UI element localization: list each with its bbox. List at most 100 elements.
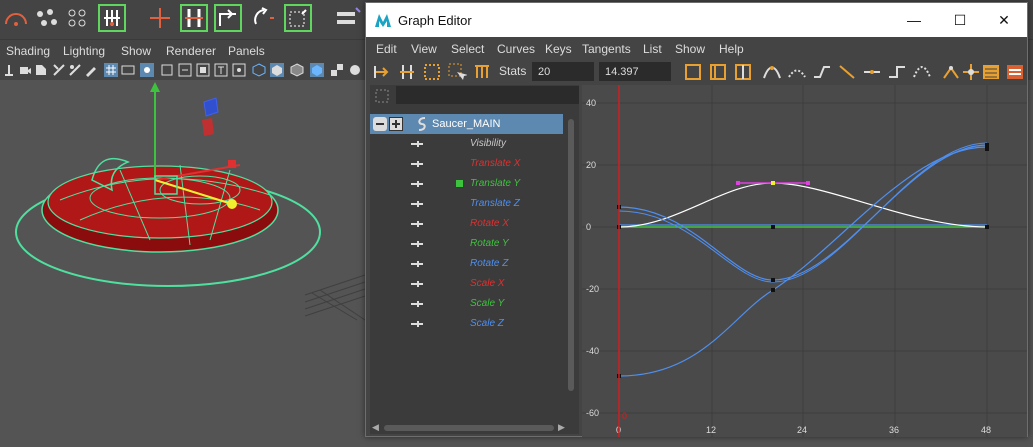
- smooth-shade-icon[interactable]: [270, 63, 284, 77]
- menu-help[interactable]: Help: [719, 42, 744, 56]
- spline-tangent-icon[interactable]: [787, 62, 807, 82]
- image-plane-icon[interactable]: [52, 63, 66, 77]
- use-all-lights-icon[interactable]: [330, 63, 344, 77]
- center-current-time-icon[interactable]: [733, 62, 753, 82]
- insert-key-icon[interactable]: [397, 62, 417, 82]
- outliner-channel-visibility[interactable]: Visibility: [370, 134, 563, 154]
- snap-together-icon[interactable]: [284, 4, 312, 32]
- gate-mask-icon[interactable]: [160, 63, 174, 77]
- clamped-tangent-icon[interactable]: [812, 62, 832, 82]
- wireframe-on-shaded-icon[interactable]: [290, 63, 304, 77]
- snap-curve-icon[interactable]: [146, 4, 174, 32]
- channel-label: Scale X: [470, 278, 505, 289]
- safe-title-icon[interactable]: [214, 63, 228, 77]
- shadows-icon[interactable]: [348, 63, 362, 77]
- grease-pencil-icon[interactable]: [84, 63, 98, 77]
- collapse-icon[interactable]: [373, 117, 387, 131]
- window-title: Graph Editor: [398, 13, 472, 28]
- channel-label: Rotate X: [470, 218, 509, 229]
- menu-panels[interactable]: Panels: [228, 44, 265, 58]
- close-button[interactable]: ✕: [981, 3, 1027, 37]
- minimize-button[interactable]: —: [891, 3, 937, 37]
- film-gate-icon[interactable]: [121, 63, 135, 77]
- menu-lighting[interactable]: Lighting: [63, 44, 105, 58]
- outliner-filter-field[interactable]: [396, 86, 579, 104]
- graph-editor-window[interactable]: Graph Editor — ☐ ✕ Edit View Select Curv…: [365, 2, 1028, 437]
- outliner-channel-rotate-x[interactable]: Rotate X: [370, 214, 563, 234]
- move-key-icon[interactable]: [372, 62, 392, 82]
- outliner-channel-scale-x[interactable]: Scale X: [370, 274, 563, 294]
- frame-playback-range-icon[interactable]: [708, 62, 728, 82]
- lattice-deform-icon[interactable]: [422, 62, 442, 82]
- plateau-tangent-icon[interactable]: [912, 62, 932, 82]
- menu-tangents[interactable]: Tangents: [582, 42, 631, 56]
- outliner-channel-rotate-z[interactable]: Rotate Z: [370, 254, 563, 274]
- manipulator-icon[interactable]: [961, 62, 981, 82]
- menu-edit[interactable]: Edit: [376, 42, 397, 56]
- outliner-list: Saucer_MAIN Visibility Translate X Transla…: [370, 111, 579, 421]
- snap-grid-icon[interactable]: [98, 4, 126, 32]
- step-tangent-icon[interactable]: [887, 62, 907, 82]
- snap-view-plane-icon[interactable]: [214, 4, 242, 32]
- textured-icon[interactable]: [310, 63, 324, 77]
- bookmark-icon[interactable]: [34, 63, 48, 77]
- menu-keys[interactable]: Keys: [545, 42, 572, 56]
- menu-shading[interactable]: Shading: [6, 44, 50, 58]
- outliner-channel-translate-x[interactable]: Translate X: [370, 154, 563, 174]
- menu-select[interactable]: Select: [451, 42, 484, 56]
- menu-show[interactable]: Show: [675, 42, 705, 56]
- frame-all-icon[interactable]: [683, 62, 703, 82]
- flat-tangent-icon[interactable]: [862, 62, 882, 82]
- grid-toggle-icon[interactable]: [104, 63, 118, 77]
- snap-point-icon[interactable]: [180, 4, 208, 32]
- region-select-icon[interactable]: [447, 62, 467, 82]
- menu-renderer[interactable]: Renderer: [166, 44, 216, 58]
- render-settings-icon[interactable]: [334, 4, 362, 32]
- select-camera-icon[interactable]: [2, 63, 16, 77]
- outliner-channel-scale-z[interactable]: Scale Z: [370, 314, 563, 334]
- menu-view[interactable]: View: [411, 42, 437, 56]
- field-chart-icon[interactable]: [178, 63, 192, 77]
- safe-action-icon[interactable]: [196, 63, 210, 77]
- curve-graph-area[interactable]: 40 20 0 -20 -40 -60 0 12 24 36 48: [582, 85, 1027, 437]
- buffer-curve-icon[interactable]: [941, 62, 961, 82]
- outliner-horizontal-scrollbar[interactable]: ◀ ▶: [370, 422, 579, 434]
- camera-attributes-icon[interactable]: [18, 63, 32, 77]
- wireframe-icon[interactable]: [252, 63, 266, 77]
- maximize-button[interactable]: ☐: [937, 3, 983, 37]
- key-icon: [411, 141, 423, 147]
- selected-key[interactable]: [771, 181, 775, 185]
- outliner-channel-translate-z[interactable]: Translate Z: [370, 194, 563, 214]
- outliner-channel-translate-y[interactable]: Translate Y: [370, 174, 563, 194]
- key-icon: [411, 281, 423, 287]
- dope-sheet-icon[interactable]: [981, 62, 1001, 82]
- stats-value-field[interactable]: 14.397: [599, 62, 671, 81]
- curve-graph[interactable]: 40 20 0 -20 -40 -60 0 12 24 36 48: [582, 85, 1027, 437]
- outliner-root-label: Saucer_MAIN: [432, 118, 501, 130]
- paint-select-icon[interactable]: [32, 4, 60, 32]
- snap-live-icon[interactable]: [250, 4, 278, 32]
- resolution-gate-icon[interactable]: [140, 63, 154, 77]
- film-origin-icon[interactable]: [232, 63, 246, 77]
- channel-outliner[interactable]: Saucer_MAIN Visibility Translate X Transla…: [370, 85, 579, 434]
- soft-select-icon[interactable]: [2, 4, 30, 32]
- 2d-pan-zoom-icon[interactable]: [68, 63, 82, 77]
- linear-tangent-icon[interactable]: [837, 62, 857, 82]
- outliner-channel-scale-y[interactable]: Scale Y: [370, 294, 563, 314]
- retime-tool-icon[interactable]: [472, 62, 492, 82]
- menu-list[interactable]: List: [643, 42, 662, 56]
- expand-icon[interactable]: [389, 117, 403, 131]
- filter-icon[interactable]: [374, 88, 390, 104]
- outliner-vertical-scrollbar[interactable]: [566, 111, 576, 403]
- auto-tangent-icon[interactable]: [762, 62, 782, 82]
- outliner-root-item[interactable]: Saucer_MAIN: [370, 114, 563, 134]
- key-icon: [411, 181, 423, 187]
- window-titlebar[interactable]: Graph Editor — ☐ ✕: [366, 3, 1027, 37]
- lasso-select-icon[interactable]: [64, 4, 92, 32]
- menu-show[interactable]: Show: [121, 44, 151, 58]
- y-tick-20: 20: [586, 160, 596, 170]
- stats-frame-field[interactable]: 20: [532, 62, 594, 81]
- trax-editor-icon[interactable]: [1005, 62, 1025, 82]
- outliner-channel-rotate-y[interactable]: Rotate Y: [370, 234, 563, 254]
- menu-curves[interactable]: Curves: [497, 42, 535, 56]
